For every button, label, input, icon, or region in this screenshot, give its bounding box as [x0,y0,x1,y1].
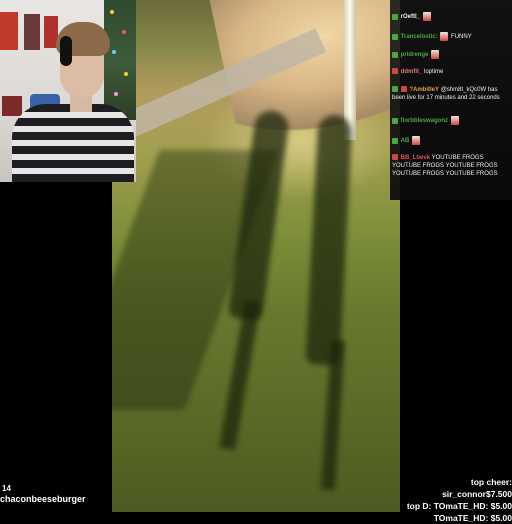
shadow-legs-left [219,299,261,451]
wall-frame [24,14,40,50]
chat-text: FUNNY [451,34,472,41]
mod-badge-icon [392,117,398,124]
chat-message: florbbleswagonz [392,116,510,125]
chat-panel[interactable]: rOeftl_ Trancelostic: FUNNY pridrenge dd… [390,0,512,200]
recent-sub-username: chaconbeeseburger [0,494,86,504]
chat-username: rOeftl_ [400,14,421,21]
striped-shirt [12,104,134,182]
mod-badge-icon [392,33,398,40]
chat-message: Trancelostic: FUNNY [392,32,510,41]
chat-username: ddmfit_ [400,69,423,75]
chat-username: AB [400,138,410,145]
emote-icon [412,136,421,145]
mod-badge-icon [392,13,398,20]
emote-icon [440,32,449,41]
wall-shelf [2,96,22,116]
chat-message: ?AmbitleY @shm8t_kQc0W has been live for… [392,86,510,102]
recent-sub-panel: 14 chaconbeeseburger [0,484,86,505]
chat-username: Trancelostic: [400,34,438,41]
chat-text: loptime [424,69,444,75]
recent-donation-line: TOmaTE_HD: $5.00 [433,513,512,523]
webcam-overlay [0,0,136,182]
sub-badge-icon [392,68,398,75]
wall-frame [0,12,18,50]
emote-icon [431,50,440,59]
top-cheer-line: top cheer: sir_connor$7.500 [442,477,512,499]
chat-username: BB_Lbevk [400,155,431,161]
chat-message: AB [392,136,510,145]
chat-message: rOeftl_ [392,12,510,21]
sub-count: 14 [2,484,11,493]
sub-badge-icon [392,154,398,161]
chat-username: florbbleswagonz [400,118,449,125]
chat-message: pridrenge [392,50,510,59]
christmas-tree [104,0,136,120]
top-donation-line: top D: TOmaTE_HD: $5.00 [406,501,512,511]
chat-username: pridrenge [400,52,429,59]
sub-badge-icon [400,86,407,93]
emote-icon [450,116,459,125]
mod-badge-icon [392,86,398,93]
mod-badge-icon [392,137,398,144]
main-video [112,0,400,512]
chat-message: ddmfit_ loptime [392,68,510,76]
top-cheer-panel: top cheer: sir_connor$7.500 top D: TOmaT… [402,476,512,524]
chat-username: ?AmbitleY [409,87,440,93]
headset-icon [60,36,72,66]
chat-message: BB_Lbevk YOUTUBE FROGS YOUTUBE FROGS YOU… [392,154,510,178]
mod-badge-icon [392,51,398,58]
emote-icon [422,12,431,21]
